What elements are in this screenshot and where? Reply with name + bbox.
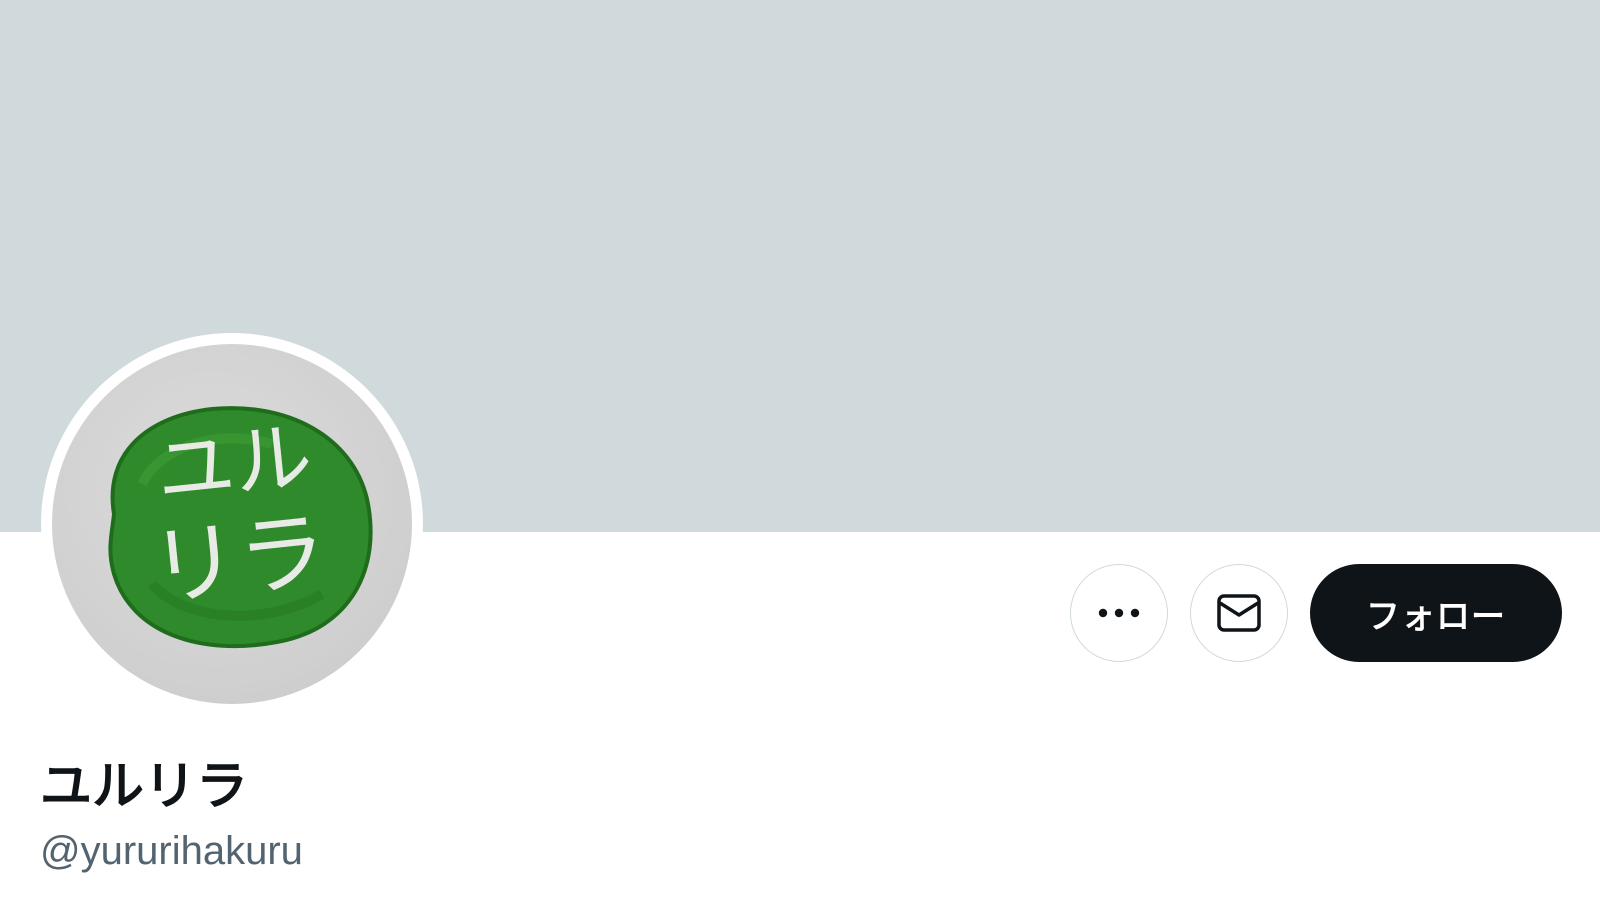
more-horizontal-icon: [1098, 608, 1140, 618]
follow-button[interactable]: フォロー: [1310, 564, 1562, 662]
avatar-text-bottom: リラ: [146, 499, 332, 620]
profile-actions: フォロー: [1070, 564, 1562, 662]
avatar-image: ユル リラ: [52, 344, 412, 704]
avatar[interactable]: ユル リラ: [41, 333, 423, 715]
avatar-logo: ユル リラ: [108, 406, 373, 649]
message-button[interactable]: [1190, 564, 1288, 662]
envelope-icon: [1217, 594, 1261, 632]
more-button[interactable]: [1070, 564, 1168, 662]
display-name: ユルリラ: [40, 757, 249, 817]
follow-button-label: フォロー: [1366, 596, 1506, 637]
user-handle: @yururihakuru: [40, 829, 303, 873]
